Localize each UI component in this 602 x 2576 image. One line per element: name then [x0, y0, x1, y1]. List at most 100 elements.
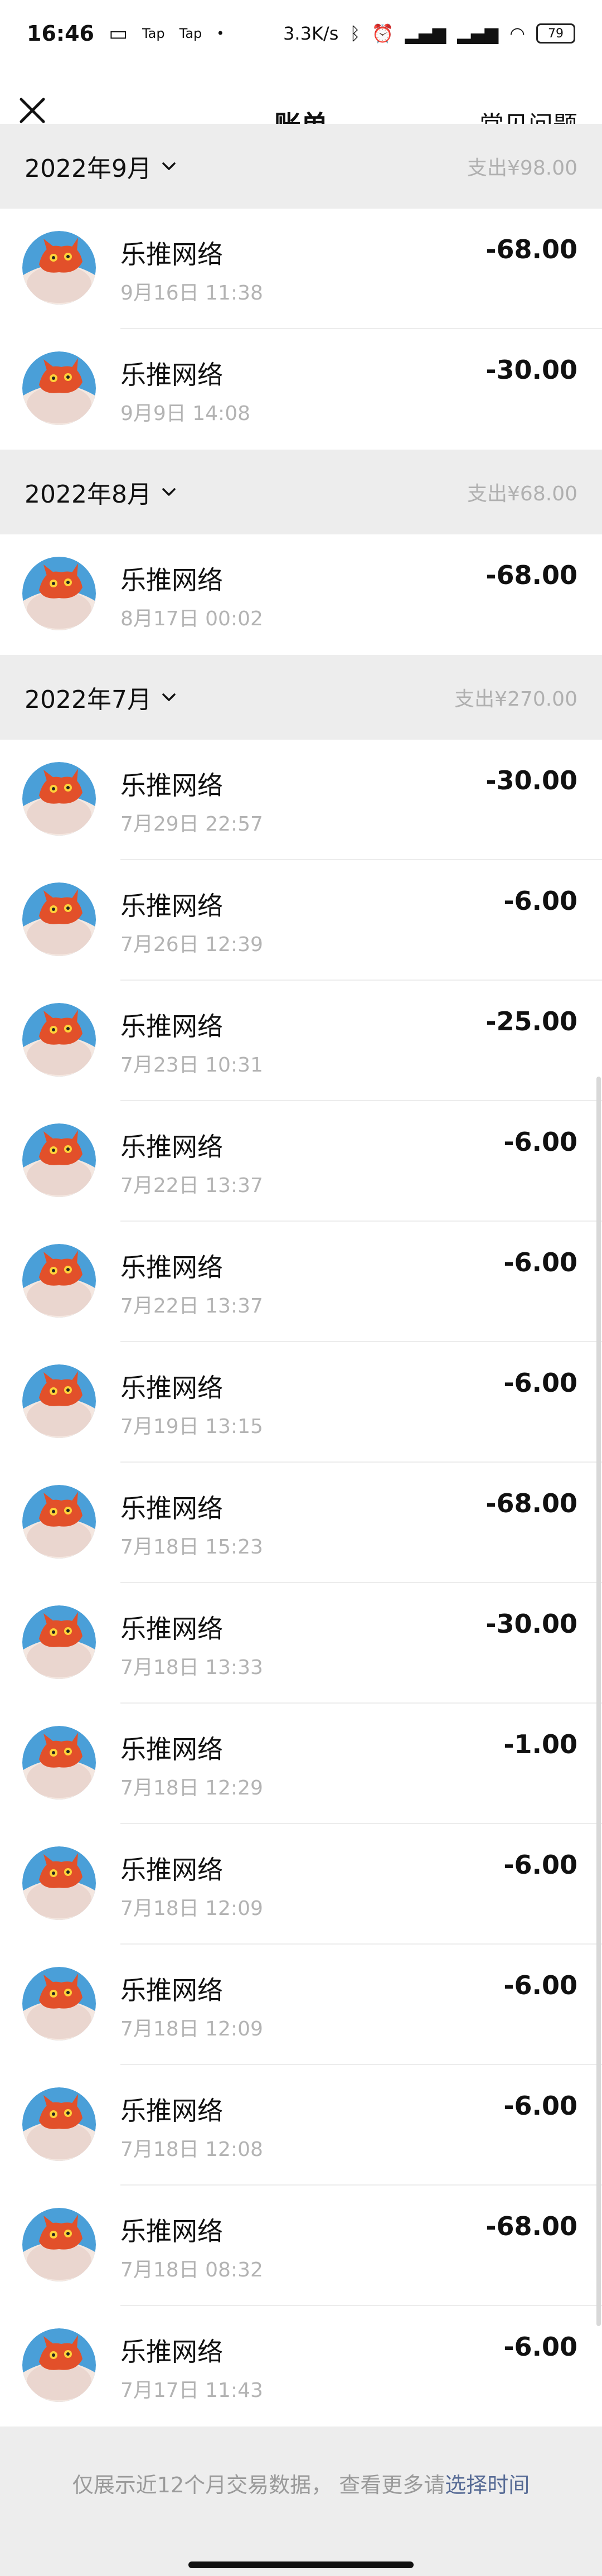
- merchant-avatar: [22, 1364, 96, 1438]
- transaction-amount: -6.00: [503, 2091, 577, 2121]
- merchant-name: 乐推网络: [120, 1734, 223, 1764]
- merchant-name: 乐推网络: [120, 360, 223, 390]
- transaction-datetime: 7月22日 13:37: [120, 1295, 263, 1318]
- month-total: 支出¥98.00: [467, 157, 577, 180]
- month-header[interactable]: 2022年8月 支出¥68.00: [0, 450, 602, 534]
- transaction-row[interactable]: 乐推网络 8月17日 00:02 -68.00: [0, 534, 602, 655]
- transaction-row[interactable]: 乐推网络 9月16日 11:38 -68.00: [0, 209, 602, 329]
- transaction-amount: -68.00: [486, 1488, 577, 1518]
- transaction-datetime: 7月18日 12:08: [120, 2138, 263, 2161]
- notification-tap-2: Tap: [179, 26, 202, 41]
- bill-list: 2022年9月 支出¥98.00 乐推网络 9月16日 11:38 -68.00…: [0, 124, 602, 2427]
- merchant-avatar: [22, 2208, 96, 2281]
- transaction-row[interactable]: 乐推网络 7月26日 12:39 -6.00: [0, 860, 602, 981]
- transaction-row[interactable]: 乐推网络 7月17日 11:43 -6.00: [0, 2306, 602, 2427]
- transaction-row[interactable]: 乐推网络 7月18日 12:29 -1.00: [0, 1704, 602, 1824]
- chevron-down-icon: [162, 693, 176, 701]
- chevron-down-icon: [162, 488, 176, 496]
- merchant-name: 乐推网络: [120, 891, 223, 921]
- merchant-name: 乐推网络: [120, 1975, 223, 2005]
- signal-icon: ▂▄▆: [405, 23, 446, 44]
- select-time-link[interactable]: 选择时间: [445, 2468, 530, 2576]
- merchant-avatar: [22, 557, 96, 630]
- month-total: 支出¥68.00: [467, 483, 577, 505]
- close-icon[interactable]: [18, 96, 47, 125]
- footer-notice: 仅展示近12个月交易数据， 查看更多请 选择时间: [0, 2427, 602, 2576]
- merchant-avatar: [22, 1123, 96, 1197]
- transaction-datetime: 9月16日 11:38: [120, 282, 263, 305]
- status-bar: 16:46 ▭ Tap Tap • 3.3K/s ᛒ ⏰ ▂▄▆ ▂▄▆ ◠ 7…: [0, 0, 602, 67]
- transaction-amount: -68.00: [486, 2211, 577, 2241]
- month-selector[interactable]: 2022年9月: [25, 148, 177, 184]
- transaction-amount: -30.00: [486, 1609, 577, 1639]
- merchant-avatar: [22, 1967, 96, 2040]
- month-selector[interactable]: 2022年8月: [25, 474, 177, 510]
- merchant-name: 乐推网络: [120, 565, 223, 595]
- transaction-row[interactable]: 乐推网络 7月18日 12:09 -6.00: [0, 1824, 602, 1945]
- merchant-avatar: [22, 1605, 96, 1679]
- notification-tap-1: Tap: [142, 26, 165, 41]
- transaction-row[interactable]: 乐推网络 7月19日 13:15 -6.00: [0, 1342, 602, 1463]
- transaction-datetime: 7月26日 12:39: [120, 933, 263, 956]
- transaction-row[interactable]: 乐推网络 7月18日 13:33 -30.00: [0, 1583, 602, 1704]
- merchant-avatar: [22, 1244, 96, 1318]
- network-speed: 3.3K/s: [283, 23, 339, 44]
- month-label: 2022年8月: [25, 480, 152, 509]
- transaction-datetime: 9月9日 14:08: [120, 402, 250, 425]
- month-header[interactable]: 2022年7月 支出¥270.00: [0, 655, 602, 740]
- transaction-datetime: 7月17日 11:43: [120, 2379, 263, 2402]
- transaction-datetime: 7月29日 22:57: [120, 813, 263, 836]
- merchant-avatar: [22, 882, 96, 956]
- merchant-avatar: [22, 1003, 96, 1077]
- alarm-icon: ⏰: [371, 23, 394, 44]
- merchant-name: 乐推网络: [120, 1614, 223, 1644]
- transaction-row[interactable]: 乐推网络 7月22日 13:37 -6.00: [0, 1101, 602, 1222]
- transaction-amount: -30.00: [486, 765, 577, 795]
- transaction-row[interactable]: 乐推网络 7月29日 22:57 -30.00: [0, 740, 602, 860]
- scrollbar[interactable]: [596, 1077, 601, 2326]
- transaction-amount: -6.00: [503, 1850, 577, 1880]
- month-selector[interactable]: 2022年7月: [25, 679, 177, 715]
- merchant-avatar: [22, 2328, 96, 2402]
- transaction-amount: -68.00: [486, 560, 577, 590]
- merchant-avatar: [22, 1485, 96, 1559]
- status-time: 16:46: [27, 21, 94, 46]
- notification-dot: •: [216, 26, 225, 41]
- footer-text: 仅展示近12个月交易数据， 查看更多请: [72, 2473, 445, 2497]
- merchant-name: 乐推网络: [120, 1252, 223, 1282]
- transaction-amount: -6.00: [503, 1247, 577, 1277]
- month-header[interactable]: 2022年9月 支出¥98.00: [0, 124, 602, 209]
- transaction-amount: -30.00: [486, 355, 577, 385]
- transaction-amount: -6.00: [503, 1368, 577, 1398]
- transaction-row[interactable]: 乐推网络 9月9日 14:08 -30.00: [0, 329, 602, 450]
- transaction-datetime: 7月22日 13:37: [120, 1174, 263, 1197]
- transaction-datetime: 7月19日 13:15: [120, 1415, 263, 1438]
- transaction-amount: -6.00: [503, 2332, 577, 2362]
- transaction-datetime: 7月18日 08:32: [120, 2259, 263, 2281]
- battery-icon: 79: [536, 23, 575, 44]
- chevron-down-icon: [162, 162, 176, 170]
- merchant-name: 乐推网络: [120, 2337, 223, 2367]
- message-icon: ▭: [108, 22, 128, 45]
- merchant-name: 乐推网络: [120, 770, 223, 800]
- transaction-row[interactable]: 乐推网络 7月18日 12:08 -6.00: [0, 2065, 602, 2186]
- transaction-row[interactable]: 乐推网络 7月18日 12:09 -6.00: [0, 1945, 602, 2065]
- status-right: 3.3K/s ᛒ ⏰ ▂▄▆ ▂▄▆ ◠ 79: [283, 23, 575, 44]
- transaction-row[interactable]: 乐推网络 7月18日 15:23 -68.00: [0, 1463, 602, 1583]
- merchant-name: 乐推网络: [120, 1132, 223, 1162]
- bluetooth-icon: ᛒ: [349, 23, 361, 44]
- transaction-datetime: 7月18日 12:09: [120, 1897, 263, 1920]
- transaction-row[interactable]: 乐推网络 7月18日 08:32 -68.00: [0, 2186, 602, 2306]
- transaction-row[interactable]: 乐推网络 7月23日 10:31 -25.00: [0, 981, 602, 1101]
- home-indicator[interactable]: [188, 2561, 414, 2568]
- transaction-datetime: 7月23日 10:31: [120, 1054, 263, 1077]
- merchant-name: 乐推网络: [120, 1373, 223, 1403]
- transaction-amount: -6.00: [503, 1970, 577, 2000]
- month-label: 2022年7月: [25, 686, 152, 714]
- transaction-datetime: 8月17日 00:02: [120, 607, 263, 630]
- merchant-name: 乐推网络: [120, 239, 223, 269]
- transaction-row[interactable]: 乐推网络 7月22日 13:37 -6.00: [0, 1222, 602, 1342]
- merchant-name: 乐推网络: [120, 2096, 223, 2126]
- merchant-name: 乐推网络: [120, 2216, 223, 2246]
- status-left: 16:46 ▭ Tap Tap •: [27, 21, 224, 46]
